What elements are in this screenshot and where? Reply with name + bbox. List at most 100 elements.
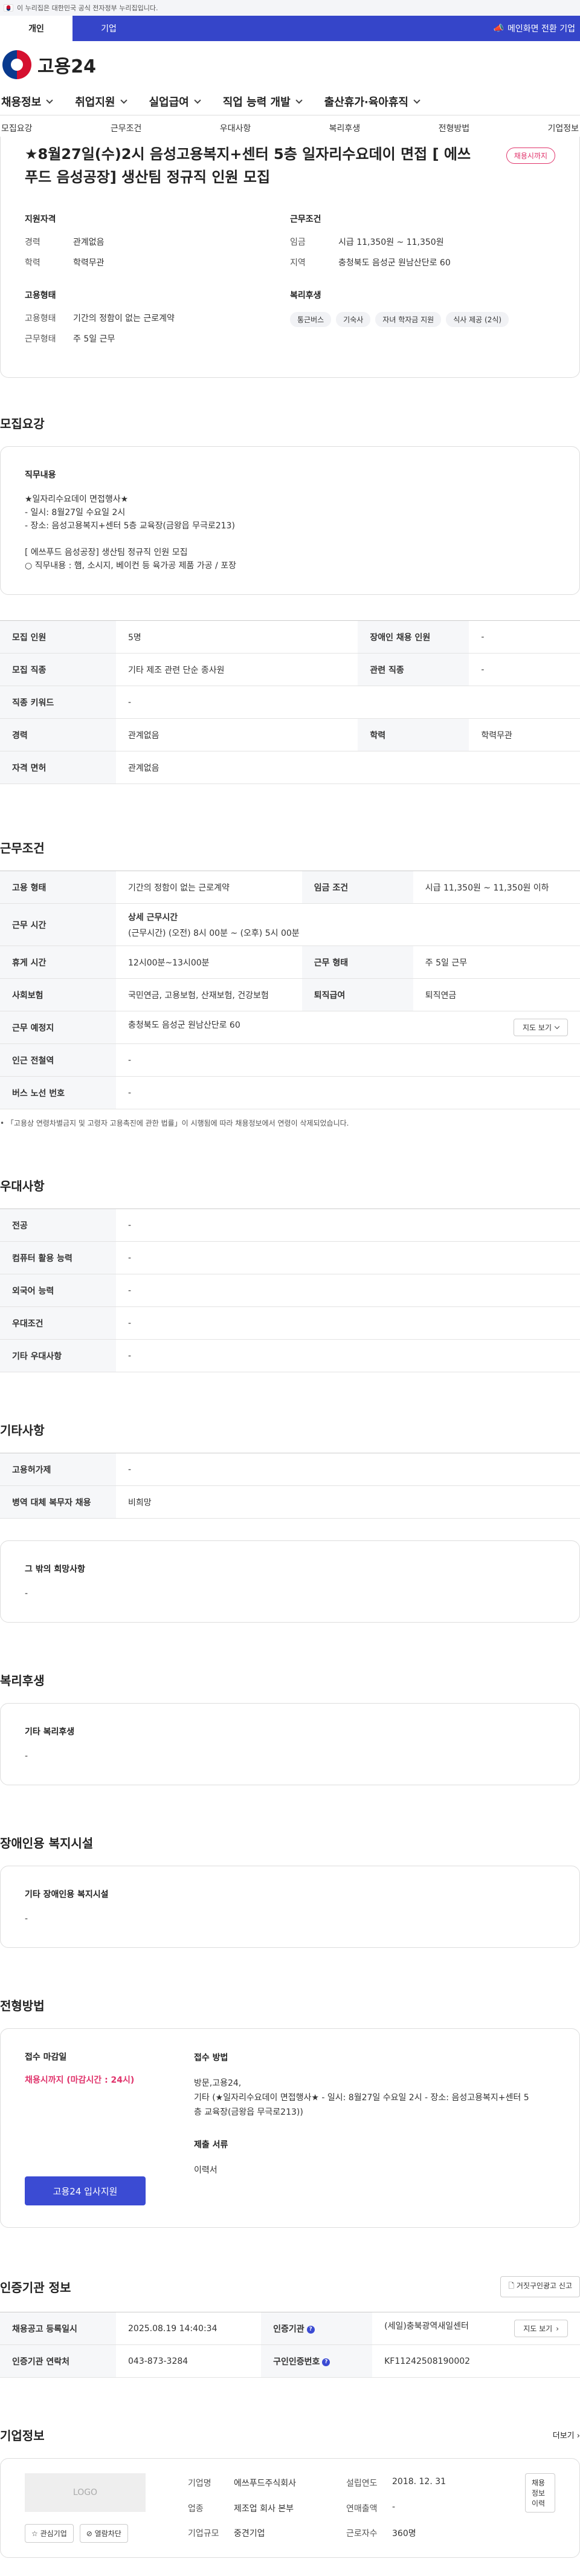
report-button[interactable]: 🗋 거짓구인광고 신고: [500, 2276, 580, 2297]
org-detail-button[interactable]: 지도 보기 ›: [514, 2320, 568, 2337]
hope-card: 그 밖의 희망사항 -: [0, 1540, 580, 1623]
table-row: 채용공고 등록일시 2025.08.19 14:40:34 인증기관? (세일)충북광…: [0, 2312, 580, 2345]
anchor-recruit[interactable]: 모집요강: [1, 122, 33, 134]
company-key: 기업명: [188, 2479, 211, 2488]
table-row: 인증기관 연락처 043-873-3284 구인인증번호? KF11242508190…: [0, 2344, 580, 2378]
nav-label: 채용정보: [1, 96, 42, 109]
info-icon[interactable]: ?: [306, 2325, 315, 2334]
table-key: 임금 조건: [301, 871, 413, 904]
hope-heading: 그 밖의 희망사항: [25, 1565, 85, 1574]
status-badge: 채용시까지: [506, 148, 555, 164]
table-key: 인증기관?: [261, 2312, 373, 2345]
chevron-down-icon: [413, 96, 420, 104]
welfare-tag: 기숙사: [336, 312, 371, 327]
duty-line: - 장소: 음성고용복지+센터 5층 교육장(금왕읍 무극로213): [25, 521, 235, 531]
map-button-label: 지도 보기: [523, 1024, 552, 1032]
interest-button[interactable]: ☆ 관심기업: [25, 2524, 74, 2543]
chevron-down-icon: [194, 96, 201, 104]
nav-parental-leave[interactable]: 출산휴가·육아휴직: [324, 94, 420, 109]
table-key: 직종 키워드: [0, 686, 116, 719]
cert-table: 채용공고 등록일시 2025.08.19 14:40:34 인증기관? (세일)충북광…: [0, 2312, 580, 2378]
anchor-work[interactable]: 근무조건: [111, 122, 142, 134]
summary-value: 기간의 정함이 없는 근로계약: [73, 314, 175, 323]
chevron-down-icon: [295, 96, 303, 104]
welfare-etc-value: -: [25, 1751, 28, 1761]
block-button[interactable]: ⊘ 열람차단: [79, 2524, 128, 2543]
anchor-company[interactable]: 기업정보: [547, 122, 579, 134]
cond-heading: 근무조건: [290, 215, 321, 224]
method-heading: 접수 방법: [194, 2053, 228, 2063]
duty-heading: 직무내용: [25, 470, 56, 480]
summary-row: 근무형태 주 5일 근무: [25, 333, 290, 345]
korea-flag-icon: [4, 4, 13, 11]
tab-company[interactable]: 기업: [72, 16, 145, 41]
table-value: 비희망: [116, 1485, 580, 1519]
nav-label: 취업지원: [75, 96, 115, 109]
etc-table: 고용허가제 - 병역 대체 복무자 채용 비희망: [0, 1453, 580, 1519]
table-key: 컴퓨터 활용 능력: [0, 1241, 116, 1274]
logo-text: 고용24: [37, 56, 96, 77]
block-icon: ⊘: [86, 2529, 92, 2538]
tab-individual[interactable]: 개인: [0, 16, 72, 41]
nav-training[interactable]: 직업 능력 개발: [222, 94, 303, 109]
table-row: 근무 예정지 충청북도 음성군 원남산단로 60 지도 보기: [0, 1011, 580, 1044]
welfare-heading: 복리후생: [290, 291, 321, 300]
summary-value: 주 5일 근무: [73, 334, 115, 344]
org-detail-label: 지도 보기: [523, 2325, 553, 2333]
table-row: 컴퓨터 활용 능력 -: [0, 1241, 580, 1274]
interest-label: 관심기업: [40, 2529, 67, 2538]
summary-key: 임금: [290, 238, 306, 247]
hope-value: -: [25, 1589, 28, 1598]
anchor-welfare[interactable]: 복리후생: [329, 122, 361, 134]
table-row: 우대조건 -: [0, 1306, 580, 1340]
switch-main-link[interactable]: 📣 메인화면 전환 기업: [494, 16, 575, 41]
work-time-value: (근무시간) (오전) 8시 00분 ~ (오후) 5시 00분: [128, 928, 300, 938]
summary-key: 고용형태: [25, 314, 56, 323]
table-value: KF11242508190002: [372, 2344, 580, 2378]
welfare-tag: 식사 제공 (2식): [446, 312, 509, 327]
report-button-label: 거짓구인광고 신고: [516, 2282, 572, 2290]
section-title-pref: 우대사항: [0, 1179, 45, 1193]
table-value: -: [116, 1043, 580, 1077]
table-key: 관련 직종: [358, 653, 469, 686]
summary-key: 학력: [25, 258, 40, 268]
nav-label: 출산휴가·육아휴직: [324, 96, 408, 109]
info-icon[interactable]: ?: [322, 2358, 330, 2366]
summary-value: 충청북도 음성군 원남산단로 60: [338, 258, 451, 268]
nav-unemployment[interactable]: 실업급여: [149, 94, 201, 109]
anchor-pref[interactable]: 우대사항: [220, 122, 251, 134]
table-key: 학력: [358, 718, 469, 751]
summary-value: 시급 11,350원 ~ 11,350원: [338, 238, 444, 247]
table-value: -: [116, 1076, 580, 1109]
company-key: 근로자수: [346, 2529, 378, 2539]
table-key: 기타 우대사항: [0, 1339, 116, 1372]
company-value: 에쓰푸드주식회사: [234, 2479, 297, 2488]
disabled-heading: 기타 장애인용 복지시설: [25, 1890, 109, 1900]
table-row: 버스 노선 번호 -: [0, 1076, 580, 1109]
table-row: 휴게 시간 12시00분~13시00분 근무 형태 주 5일 근무: [0, 946, 580, 979]
table-value: 학력무관: [469, 718, 580, 751]
job-title: ★8월27일(수)2시 음성고용복지+센터 5층 일자리수요데이 면접 [ 에쓰…: [25, 146, 471, 186]
summary-key: 경력: [25, 238, 40, 247]
table-key: 우대조건: [0, 1306, 116, 1340]
section-title-company: 기업정보: [0, 2428, 45, 2443]
nav-label: 직업 능력 개발: [222, 96, 291, 109]
nav-employment-support[interactable]: 취업지원: [75, 94, 127, 109]
site-logo[interactable]: 고용24: [0, 41, 580, 88]
qual-heading: 지원자격: [25, 215, 56, 224]
table-value: 043-873-3284: [116, 2344, 262, 2378]
company-logo: LOGO: [25, 2473, 146, 2512]
anchor-apply[interactable]: 전형방법: [439, 122, 470, 134]
map-button[interactable]: 지도 보기: [514, 1019, 568, 1036]
duty-card: 직무내용 ★일자리수요데이 면접행사★ - 일시: 8월27일 수요일 2시 -…: [0, 446, 580, 595]
summary-row: 임금 시급 11,350원 ~ 11,350원: [290, 236, 555, 248]
more-link[interactable]: 더보기 ›: [553, 2429, 580, 2441]
job-history-button[interactable]: 채용정보 이력: [525, 2473, 555, 2513]
apply-button[interactable]: 고용24 입사지원: [25, 2176, 146, 2205]
deadline-heading: 접수 마감일: [25, 2052, 67, 2062]
megaphone-icon: 📣: [493, 24, 504, 33]
chevron-right-icon: ›: [576, 2432, 580, 2441]
table-key: 근무 시간: [0, 903, 116, 946]
table-value: 2025.08.19 14:40:34: [116, 2312, 262, 2345]
nav-jobs[interactable]: 채용정보: [1, 94, 53, 109]
